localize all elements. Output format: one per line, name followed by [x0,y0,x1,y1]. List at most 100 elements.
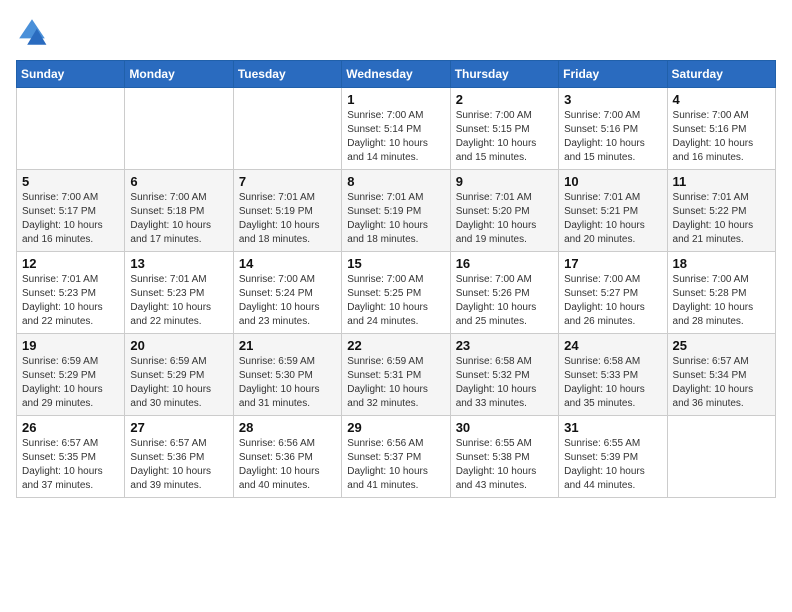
day-info: Sunrise: 7:00 AM Sunset: 5:14 PM Dayligh… [347,109,444,165]
day-number: 27 [130,420,227,435]
day-number: 24 [564,338,661,353]
day-info: Sunrise: 6:57 AM Sunset: 5:35 PM Dayligh… [22,437,119,493]
weekday-header-wednesday: Wednesday [342,61,450,88]
weekday-header-thursday: Thursday [450,61,558,88]
day-info: Sunrise: 6:58 AM Sunset: 5:33 PM Dayligh… [564,355,661,411]
day-info: Sunrise: 6:59 AM Sunset: 5:29 PM Dayligh… [22,355,119,411]
day-info: Sunrise: 7:01 AM Sunset: 5:20 PM Dayligh… [456,191,553,247]
logo [16,16,52,48]
calendar-cell: 8 Sunrise: 7:01 AM Sunset: 5:19 PM Daylig… [342,170,450,252]
week-row-5: 26 Sunrise: 6:57 AM Sunset: 5:35 PM Dayli… [17,416,776,498]
calendar-cell: 11 Sunrise: 7:01 AM Sunset: 5:22 PM Dayli… [667,170,775,252]
day-number: 29 [347,420,444,435]
calendar-cell: 29 Sunrise: 6:56 AM Sunset: 5:37 PM Dayli… [342,416,450,498]
day-info: Sunrise: 6:58 AM Sunset: 5:32 PM Dayligh… [456,355,553,411]
day-info: Sunrise: 6:59 AM Sunset: 5:31 PM Dayligh… [347,355,444,411]
calendar-cell: 18 Sunrise: 7:00 AM Sunset: 5:28 PM Dayli… [667,252,775,334]
calendar-cell: 24 Sunrise: 6:58 AM Sunset: 5:33 PM Dayli… [559,334,667,416]
calendar-cell: 14 Sunrise: 7:00 AM Sunset: 5:24 PM Dayli… [233,252,341,334]
calendar-cell: 22 Sunrise: 6:59 AM Sunset: 5:31 PM Dayli… [342,334,450,416]
calendar-cell: 12 Sunrise: 7:01 AM Sunset: 5:23 PM Dayli… [17,252,125,334]
day-number: 13 [130,256,227,271]
calendar-cell [17,88,125,170]
week-row-4: 19Sunrise: 6:59 AM Sunset: 5:29 PM Dayli… [17,334,776,416]
day-number: 22 [347,338,444,353]
day-info: Sunrise: 6:59 AM Sunset: 5:30 PM Dayligh… [239,355,336,411]
day-info: Sunrise: 6:56 AM Sunset: 5:36 PM Dayligh… [239,437,336,493]
day-info: Sunrise: 7:00 AM Sunset: 5:26 PM Dayligh… [456,273,553,329]
day-info: Sunrise: 7:00 AM Sunset: 5:24 PM Dayligh… [239,273,336,329]
day-info: Sunrise: 7:00 AM Sunset: 5:27 PM Dayligh… [564,273,661,329]
weekday-header-monday: Monday [125,61,233,88]
weekday-header-sunday: Sunday [17,61,125,88]
calendar-cell: 28 Sunrise: 6:56 AM Sunset: 5:36 PM Dayli… [233,416,341,498]
day-number: 7 [239,174,336,189]
day-info: Sunrise: 7:01 AM Sunset: 5:22 PM Dayligh… [673,191,770,247]
calendar-cell: 19Sunrise: 6:59 AM Sunset: 5:29 PM Dayli… [17,334,125,416]
day-number: 12 [22,256,119,271]
day-number: 23 [456,338,553,353]
day-number: 16 [456,256,553,271]
header [16,16,776,48]
calendar-cell: 6 Sunrise: 7:00 AM Sunset: 5:18 PM Daylig… [125,170,233,252]
calendar-cell [667,416,775,498]
day-number: 20 [130,338,227,353]
calendar-cell: 20Sunrise: 6:59 AM Sunset: 5:29 PM Dayli… [125,334,233,416]
day-info: Sunrise: 7:01 AM Sunset: 5:19 PM Dayligh… [239,191,336,247]
calendar-cell: 9 Sunrise: 7:01 AM Sunset: 5:20 PM Daylig… [450,170,558,252]
day-info: Sunrise: 7:00 AM Sunset: 5:17 PM Dayligh… [22,191,119,247]
day-number: 17 [564,256,661,271]
weekday-header-row: SundayMondayTuesdayWednesdayThursdayFrid… [17,61,776,88]
calendar-cell: 31Sunrise: 6:55 AM Sunset: 5:39 PM Dayli… [559,416,667,498]
calendar-cell: 30Sunrise: 6:55 AM Sunset: 5:38 PM Dayli… [450,416,558,498]
day-number: 9 [456,174,553,189]
day-number: 8 [347,174,444,189]
calendar-cell: 2Sunrise: 7:00 AM Sunset: 5:15 PM Daylig… [450,88,558,170]
calendar-cell [125,88,233,170]
day-number: 10 [564,174,661,189]
weekday-header-tuesday: Tuesday [233,61,341,88]
calendar-cell: 26 Sunrise: 6:57 AM Sunset: 5:35 PM Dayli… [17,416,125,498]
day-number: 6 [130,174,227,189]
day-number: 25 [673,338,770,353]
day-number: 18 [673,256,770,271]
calendar-cell: 10Sunrise: 7:01 AM Sunset: 5:21 PM Dayli… [559,170,667,252]
day-info: Sunrise: 6:57 AM Sunset: 5:34 PM Dayligh… [673,355,770,411]
calendar-cell: 27Sunrise: 6:57 AM Sunset: 5:36 PM Dayli… [125,416,233,498]
logo-icon [16,16,48,48]
day-number: 11 [673,174,770,189]
calendar-cell: 21 Sunrise: 6:59 AM Sunset: 5:30 PM Dayli… [233,334,341,416]
calendar-cell: 25 Sunrise: 6:57 AM Sunset: 5:34 PM Dayli… [667,334,775,416]
calendar-cell: 1 Sunrise: 7:00 AM Sunset: 5:14 PM Daylig… [342,88,450,170]
day-number: 15 [347,256,444,271]
calendar-cell: 7 Sunrise: 7:01 AM Sunset: 5:19 PM Daylig… [233,170,341,252]
calendar-cell: 5Sunrise: 7:00 AM Sunset: 5:17 PM Daylig… [17,170,125,252]
page: SundayMondayTuesdayWednesdayThursdayFrid… [0,0,792,514]
week-row-3: 12 Sunrise: 7:01 AM Sunset: 5:23 PM Dayli… [17,252,776,334]
day-number: 26 [22,420,119,435]
day-info: Sunrise: 7:00 AM Sunset: 5:25 PM Dayligh… [347,273,444,329]
day-number: 21 [239,338,336,353]
day-info: Sunrise: 7:01 AM Sunset: 5:19 PM Dayligh… [347,191,444,247]
week-row-2: 5Sunrise: 7:00 AM Sunset: 5:17 PM Daylig… [17,170,776,252]
day-info: Sunrise: 6:56 AM Sunset: 5:37 PM Dayligh… [347,437,444,493]
week-row-1: 1 Sunrise: 7:00 AM Sunset: 5:14 PM Daylig… [17,88,776,170]
day-number: 31 [564,420,661,435]
day-number: 14 [239,256,336,271]
weekday-header-saturday: Saturday [667,61,775,88]
day-number: 4 [673,92,770,107]
day-info: Sunrise: 7:00 AM Sunset: 5:16 PM Dayligh… [564,109,661,165]
calendar-cell: 15 Sunrise: 7:00 AM Sunset: 5:25 PM Dayli… [342,252,450,334]
calendar-cell: 13 Sunrise: 7:01 AM Sunset: 5:23 PM Dayli… [125,252,233,334]
calendar-cell: 3Sunrise: 7:00 AM Sunset: 5:16 PM Daylig… [559,88,667,170]
calendar-cell: 23 Sunrise: 6:58 AM Sunset: 5:32 PM Dayli… [450,334,558,416]
day-info: Sunrise: 7:00 AM Sunset: 5:28 PM Dayligh… [673,273,770,329]
day-number: 1 [347,92,444,107]
day-info: Sunrise: 7:00 AM Sunset: 5:18 PM Dayligh… [130,191,227,247]
day-number: 28 [239,420,336,435]
calendar-cell: 16 Sunrise: 7:00 AM Sunset: 5:26 PM Dayli… [450,252,558,334]
calendar-cell: 17 Sunrise: 7:00 AM Sunset: 5:27 PM Dayli… [559,252,667,334]
day-info: Sunrise: 7:01 AM Sunset: 5:23 PM Dayligh… [130,273,227,329]
day-info: Sunrise: 7:01 AM Sunset: 5:23 PM Dayligh… [22,273,119,329]
day-info: Sunrise: 6:55 AM Sunset: 5:38 PM Dayligh… [456,437,553,493]
